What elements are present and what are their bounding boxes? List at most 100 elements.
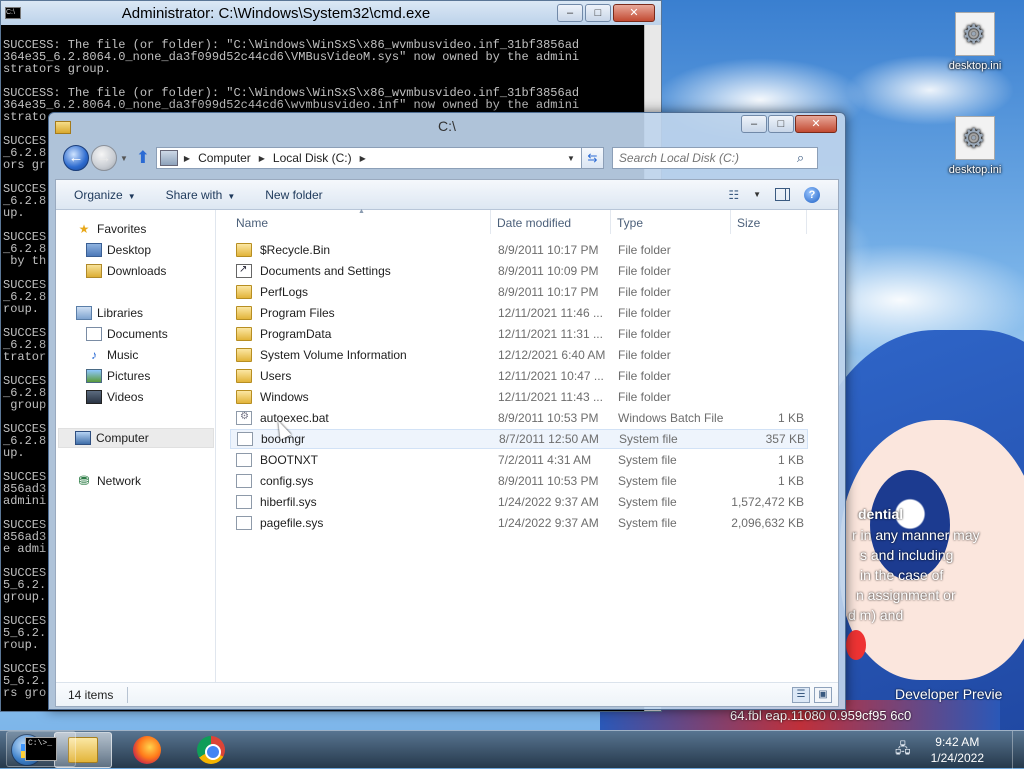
file-type: File folder [618, 348, 671, 362]
watermark-text: dential [858, 506, 904, 522]
file-type: System file [618, 453, 677, 467]
forward-button[interactable]: → [91, 145, 117, 171]
wallpaper-character-bow [846, 630, 866, 660]
cmd-minimize-button[interactable]: – [557, 4, 583, 22]
column-header-type[interactable]: Type [617, 216, 643, 234]
file-row[interactable]: BOOTNXT 7/2/2011 4:31 AM System file 1 KB [230, 450, 808, 470]
cmd-titlebar[interactable]: C:\ Administrator: C:\Windows\System32\c… [1, 1, 661, 25]
address-dropdown-icon[interactable]: ▼ [567, 154, 575, 163]
file-type: File folder [618, 390, 671, 404]
search-input[interactable] [618, 151, 797, 165]
file-date-modified: 8/9/2011 10:09 PM [498, 264, 599, 278]
recent-pages-dropdown-icon[interactable]: ▼ [120, 154, 128, 163]
chevron-right-icon[interactable]: ▶ [259, 154, 265, 163]
console-line: 364e35_6.2.8064.0_none_da3f099d52c44cd6\… [3, 98, 580, 112]
file-name: config.sys [260, 474, 314, 488]
file-row[interactable]: Documents and Settings 8/9/2011 10:09 PM F… [230, 261, 808, 281]
file-type: System file [618, 495, 677, 509]
new-folder-button[interactable]: New folder [265, 188, 322, 202]
chevron-right-icon[interactable]: ▶ [360, 154, 366, 163]
explorer-content: Organize ▼ Share with ▼ New folder ☷ ▼ ? ★… [55, 179, 839, 707]
nav-label: Pictures [107, 369, 151, 383]
file-row[interactable]: PerfLogs 8/9/2011 10:17 PM File folder [230, 282, 808, 302]
file-type: System file [618, 516, 677, 530]
desktop-icon-desktop-ini[interactable]: desktop.ini [940, 12, 1010, 72]
close-button[interactable]: ✕ [795, 115, 837, 133]
folder-icon [236, 369, 252, 383]
nav-network[interactable]: ⛃ Network [76, 471, 141, 491]
file-row[interactable]: Program Files 12/11/2021 11:46 ... File fo… [230, 303, 808, 323]
cmd-close-button[interactable]: ✕ [613, 4, 655, 22]
clock[interactable]: 9:42 AM 1/24/2022 [931, 734, 984, 766]
column-header-name[interactable]: Name [236, 216, 268, 234]
status-bar: 14 items ☰ ▣ [56, 682, 838, 706]
organize-menu[interactable]: Organize ▼ [74, 188, 136, 202]
column-divider[interactable] [730, 210, 731, 234]
breadcrumb-local-disk[interactable]: Local Disk (C:) [273, 151, 352, 165]
file-row[interactable]: System Volume Information 12/12/2021 6:40… [230, 345, 808, 365]
nav-documents[interactable]: Documents [86, 324, 168, 344]
nav-downloads[interactable]: Downloads [86, 261, 166, 281]
breadcrumb-computer[interactable]: Computer [198, 151, 251, 165]
explorer-titlebar[interactable]: C:\ – □ ✕ [49, 113, 845, 141]
column-divider[interactable] [490, 210, 491, 234]
file-row[interactable]: bootmgr 8/7/2011 12:50 AM System file 357 K… [230, 429, 808, 449]
share-with-menu[interactable]: Share with ▼ [166, 188, 236, 202]
chevron-down-icon: ▼ [227, 191, 236, 201]
chevron-right-icon[interactable]: ▶ [184, 154, 190, 163]
videos-icon [86, 390, 102, 404]
desktop-icon-desktop-ini[interactable]: desktop.ini [940, 116, 1010, 176]
file-type: System file [618, 474, 677, 488]
show-desktop-button[interactable] [1012, 731, 1024, 769]
file-row[interactable]: $Recycle.Bin 8/9/2011 10:17 PM File folder [230, 240, 808, 260]
taskbar-chrome[interactable] [182, 732, 240, 768]
column-header-size[interactable]: Size [737, 216, 760, 234]
folder-icon [236, 285, 252, 299]
column-divider[interactable] [610, 210, 611, 234]
nav-videos[interactable]: Videos [86, 387, 143, 407]
taskbar-cmd[interactable]: C:\>_ [6, 731, 76, 767]
computer-icon [159, 150, 178, 166]
file-row[interactable]: hiberfil.sys 1/24/2022 9:37 AM System file… [230, 492, 808, 512]
maximize-button[interactable]: □ [768, 115, 794, 133]
file-row[interactable]: pagefile.sys 1/24/2022 9:37 AM System file… [230, 513, 808, 533]
settings-file-icon [955, 12, 995, 56]
nav-pictures[interactable]: Pictures [86, 366, 150, 386]
cmd-maximize-button[interactable]: □ [585, 4, 611, 22]
file-row[interactable]: Users 12/11/2021 10:47 ... File folder [230, 366, 808, 386]
downloads-folder-icon [86, 264, 102, 278]
column-divider[interactable] [806, 210, 807, 234]
file-row[interactable]: config.sys 8/9/2011 10:53 PM System file 1 … [230, 471, 808, 491]
up-arrow-icon[interactable]: ⬆ [134, 148, 152, 168]
nav-libraries[interactable]: Libraries [76, 303, 143, 323]
taskbar-firefox[interactable] [118, 732, 176, 768]
large-icons-view-icon[interactable]: ▣ [814, 686, 832, 703]
change-view-icon[interactable]: ☷ [728, 188, 739, 202]
minimize-button[interactable]: – [741, 115, 767, 133]
back-button[interactable]: ← [63, 145, 89, 171]
firefox-icon [133, 735, 161, 764]
preview-pane-icon[interactable] [775, 188, 790, 201]
nav-music[interactable]: ♪ Music [86, 345, 138, 365]
details-view-icon[interactable]: ☰ [792, 686, 810, 703]
watermark-text: s and including [860, 547, 954, 563]
watermark-text: in the case of [860, 567, 944, 583]
nav-desktop[interactable]: Desktop [86, 240, 151, 260]
file-row[interactable]: autoexec.bat8/9/2011 10:53 PMWindows Bat… [230, 408, 808, 428]
network-status-icon[interactable]: 🖧 [895, 738, 911, 762]
explorer-window[interactable]: C:\ – □ ✕ ← → ▼ ⬆ ▶ Computer ▶ Local Dis… [48, 112, 846, 710]
refresh-button[interactable]: ⇆ [581, 147, 604, 169]
search-box[interactable]: ⌕ [611, 147, 818, 169]
nav-favorites[interactable]: ★ Favorites [76, 219, 147, 239]
address-bar[interactable]: ▶ Computer ▶ Local Disk (C:) ▶ ▼ [155, 147, 582, 169]
view-options-dropdown-icon[interactable]: ▼ [753, 190, 761, 199]
nav-computer[interactable]: Computer [58, 428, 214, 448]
file-type: File folder [618, 327, 671, 341]
search-icon[interactable]: ⌕ [797, 150, 804, 166]
file-row[interactable]: Windows 12/11/2021 11:43 ... File folder [230, 387, 808, 407]
file-row[interactable]: ProgramData 12/11/2021 11:31 ... File fold… [230, 324, 808, 344]
column-header-date[interactable]: Date modified [497, 216, 571, 234]
help-icon[interactable]: ? [804, 186, 820, 203]
file-date-modified: 8/9/2011 10:17 PM [498, 285, 599, 299]
batch-file-icon [236, 411, 252, 425]
